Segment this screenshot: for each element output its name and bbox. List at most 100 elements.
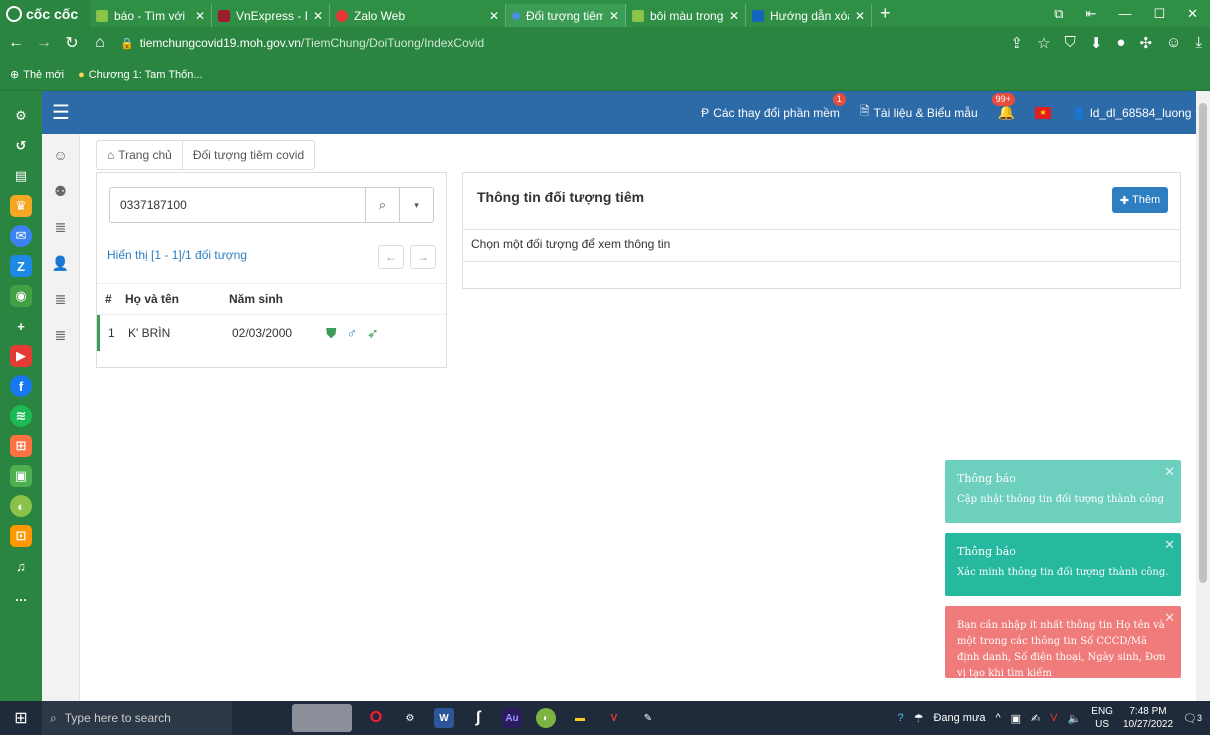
settings-icon[interactable]: ⚙: [10, 105, 32, 127]
facebook-icon[interactable]: f: [10, 375, 32, 397]
notifications-button[interactable]: 🔔 99+: [988, 91, 1025, 134]
profile-icon[interactable]: ☺: [1166, 34, 1181, 52]
tab-boi-mau[interactable]: bôi màu trong ảnh ✕: [626, 4, 746, 27]
table-row[interactable]: 1 K' BRÌN 02/03/2000 ⛊ ♂ ➶: [97, 315, 446, 351]
windows-start-icon[interactable]: ⊞: [0, 701, 42, 735]
youtube-icon[interactable]: ▶: [10, 345, 32, 367]
audition-icon[interactable]: Au: [502, 708, 522, 728]
tab-doi-tuong[interactable]: Đối tượng tiêm covi ✕: [506, 4, 626, 27]
share-icon[interactable]: ⇪: [1011, 34, 1024, 52]
tab-close-icon[interactable]: ✕: [195, 9, 205, 23]
clock[interactable]: 7:48 PM 10/27/2022: [1123, 705, 1173, 731]
list-icon[interactable]: ≣: [48, 288, 74, 310]
shield-icon[interactable]: ⛊: [326, 325, 337, 342]
prev-page-icon[interactable]: ←: [378, 245, 404, 269]
extension-icon[interactable]: ●: [1116, 34, 1125, 52]
shopping-icon[interactable]: ⊞: [10, 435, 32, 457]
tab-search-icon[interactable]: ⧉: [1054, 6, 1063, 22]
breadcrumb-home[interactable]: ⌂ Trang chủ: [97, 141, 182, 169]
downloads-icon[interactable]: ⤓: [1195, 34, 1202, 52]
reload-icon[interactable]: ↻: [64, 33, 80, 53]
search-icon[interactable]: ⌕: [365, 188, 399, 222]
crown-icon[interactable]: ♛: [10, 195, 32, 217]
shield-icon[interactable]: ⛉: [1065, 34, 1076, 52]
bookmark-star-icon[interactable]: ☆: [1037, 34, 1050, 52]
list-icon[interactable]: ≣: [48, 324, 74, 346]
new-tab-icon[interactable]: +: [872, 3, 899, 24]
tab-close-icon[interactable]: ✕: [609, 9, 619, 23]
close-window-icon[interactable]: ✕: [1187, 6, 1198, 22]
coccoc-icon[interactable]: ◐: [10, 495, 32, 517]
tab-close-icon[interactable]: ✕: [855, 9, 865, 23]
settings-icon[interactable]: ⚙: [400, 708, 420, 728]
gift-icon[interactable]: ▣: [10, 465, 32, 487]
word-icon[interactable]: W: [434, 708, 454, 728]
send-icon[interactable]: ➶: [367, 325, 379, 342]
back-icon[interactable]: ←: [8, 34, 24, 52]
url-field[interactable]: 🔒 tiemchungcovid19.moh.gov.vn/TiemChung/…: [120, 36, 484, 50]
bookmark-new-tab[interactable]: ⊕ Thẻ mới: [10, 68, 64, 82]
tab-search[interactable]: báo - Tìm với Cốc C ✕: [90, 4, 212, 27]
family-icon[interactable]: ⚉: [48, 180, 74, 202]
language-indicator[interactable]: ENG US: [1091, 705, 1113, 731]
close-icon[interactable]: ✕: [1164, 609, 1175, 630]
vietkey-icon[interactable]: V: [604, 708, 624, 728]
scrollbar-thumb[interactable]: [1199, 103, 1207, 583]
page-scrollbar[interactable]: [1196, 91, 1210, 701]
baby-icon[interactable]: ☺: [48, 144, 74, 166]
download-icon[interactable]: ⬇: [1090, 34, 1103, 52]
tray-chevron-icon[interactable]: ^: [995, 712, 1000, 724]
taskbar-search[interactable]: ⌕ Type here to search: [42, 701, 232, 735]
weather-icon[interactable]: ☂: [914, 712, 924, 725]
history-icon[interactable]: ↺: [10, 135, 32, 157]
menu-toggle-icon[interactable]: ☰: [42, 91, 80, 134]
user-menu[interactable]: 👤 ld_dl_68584_luong ▾: [1061, 91, 1210, 134]
language-button[interactable]: ★: [1025, 91, 1061, 134]
tab-huong-dan[interactable]: Hướng dẫn xóa chữ ✕: [746, 4, 872, 27]
tab-vnexpress[interactable]: VnExpress - Báo tiến ✕: [212, 4, 330, 27]
app-icon[interactable]: ʃ: [468, 708, 488, 728]
tab-close-icon[interactable]: ✕: [313, 9, 323, 23]
home-icon[interactable]: ⌂: [92, 34, 108, 52]
coccoc-taskbar-icon[interactable]: ◐: [536, 708, 556, 728]
messenger-icon[interactable]: ✉: [10, 225, 32, 247]
spotify-icon[interactable]: ≋: [10, 405, 32, 427]
news-widget-icon[interactable]: [292, 704, 352, 732]
maximize-icon[interactable]: ☐: [1153, 6, 1165, 22]
game-icon[interactable]: ◉: [10, 285, 32, 307]
person-icon[interactable]: 👤: [48, 252, 74, 274]
puzzle-icon[interactable]: ✣: [1139, 34, 1152, 52]
search-options-caret-icon[interactable]: ▾: [399, 188, 433, 222]
docs-link[interactable]: 🗎 Tài liệu & Biểu mẫu: [850, 91, 988, 134]
notes-icon[interactable]: ▤: [10, 165, 32, 187]
list-icon[interactable]: ≣: [48, 216, 74, 238]
weather-label[interactable]: Đang mưa: [933, 712, 985, 724]
changes-link[interactable]: Ᵽ Các thay đổi phần mềm 1: [691, 91, 850, 134]
add-button[interactable]: ✚ Thêm: [1112, 187, 1168, 213]
bell-icon[interactable]: ♫: [10, 555, 32, 577]
notification-center-icon[interactable]: 🗨: [1183, 712, 1197, 725]
add-app-icon[interactable]: +: [10, 315, 32, 337]
file-explorer-icon[interactable]: ▬: [570, 708, 590, 728]
browser-brand[interactable]: cốc cốc: [0, 0, 90, 27]
close-icon[interactable]: ✕: [1164, 463, 1175, 484]
pen-icon[interactable]: ✍: [1031, 712, 1040, 725]
minimize-icon[interactable]: —: [1118, 6, 1131, 22]
bookmark-chuong-1[interactable]: ● Chương 1: Tam Thốn...: [78, 69, 203, 81]
tray-v-icon[interactable]: V: [1050, 712, 1057, 724]
search-input[interactable]: 0337187100: [110, 198, 365, 212]
help-icon[interactable]: ?: [897, 712, 903, 724]
cart-icon[interactable]: ⊡: [10, 525, 32, 547]
more-icon[interactable]: …: [10, 585, 32, 607]
sidebar-toggle-icon[interactable]: ⇤: [1086, 6, 1097, 22]
zalo-icon[interactable]: Z: [10, 255, 32, 277]
tab-close-icon[interactable]: ✕: [489, 9, 499, 23]
tray-app-icon[interactable]: ▣: [1011, 712, 1021, 725]
close-icon[interactable]: ✕: [1164, 536, 1175, 557]
tab-zalo[interactable]: Zalo Web ✕: [330, 4, 506, 27]
tab-close-icon[interactable]: ✕: [729, 9, 739, 23]
speaker-icon[interactable]: 🔈: [1068, 712, 1082, 725]
paint-icon[interactable]: ✎: [638, 708, 658, 728]
forward-icon[interactable]: →: [36, 34, 52, 52]
opera-icon[interactable]: O: [366, 708, 386, 728]
